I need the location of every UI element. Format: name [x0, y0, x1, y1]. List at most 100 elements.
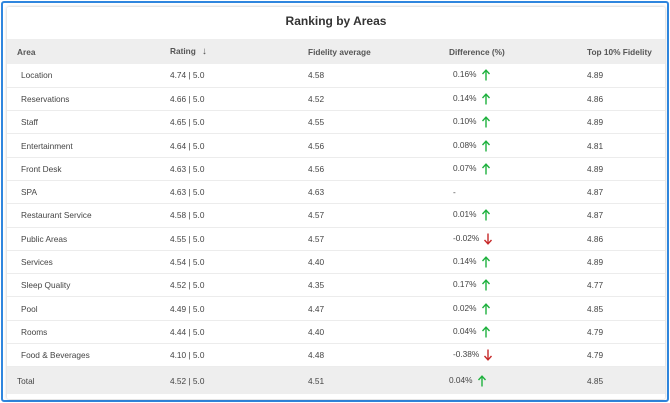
- top10-cell: 4.89: [587, 257, 604, 268]
- screenshot-frame: Ranking by Areas Area Rating ↓ Fidelity a…: [1, 1, 669, 402]
- arrow-up-icon: [481, 279, 491, 291]
- column-header-fidelity[interactable]: Fidelity average: [308, 39, 449, 64]
- arrow-up-icon: [481, 209, 491, 221]
- top10-cell: 4.87: [587, 210, 604, 221]
- area-cell: Reservations: [21, 93, 70, 104]
- difference-value: 0.01%: [453, 209, 477, 220]
- arrow-up-icon: [477, 374, 487, 387]
- table-row: Sleep Quality 4.52 | 5.0 4.35 0.17% 4.77: [7, 274, 665, 297]
- top10-cell: 4.89: [587, 163, 604, 174]
- arrow-up-icon: [481, 256, 491, 268]
- difference-cell: 0.04%: [449, 320, 587, 343]
- difference-value: 0.07%: [453, 163, 477, 174]
- difference-cell: 0.17%: [449, 274, 587, 297]
- table-body: Location 4.74 | 5.0 4.58 0.16% 4.89 Reservati…: [7, 64, 665, 367]
- total-difference: 0.04%: [449, 367, 587, 394]
- difference-value: 0.16%: [453, 69, 477, 80]
- table-row: Staff 4.65 | 5.0 4.55 0.10% 4.89: [7, 111, 665, 134]
- fidelity-cell: 4.55: [308, 117, 325, 128]
- area-cell: Entertainment: [21, 140, 73, 151]
- arrow-up-icon: [481, 326, 491, 338]
- difference-value: 0.04%: [453, 326, 477, 337]
- difference-value: -0.38%: [453, 349, 480, 360]
- area-cell: Staff: [21, 117, 38, 128]
- column-header-top10[interactable]: Top 10% Fidelity: [587, 39, 665, 64]
- fidelity-cell: 4.40: [308, 326, 325, 337]
- column-header-area[interactable]: Area: [7, 39, 170, 64]
- difference-value: -: [453, 187, 456, 198]
- total-fidelity: 4.51: [308, 375, 325, 386]
- top10-cell: 4.86: [587, 233, 604, 244]
- column-header-rating[interactable]: Rating ↓: [170, 39, 308, 64]
- arrow-up-icon: [481, 69, 491, 81]
- difference-cell: 0.08%: [449, 134, 587, 157]
- fidelity-cell: 4.57: [308, 233, 325, 244]
- total-difference-value: 0.04%: [449, 374, 473, 385]
- arrow-down-icon: [483, 233, 493, 245]
- column-header-top10-label: Top 10% Fidelity: [587, 46, 652, 57]
- table-row: SPA 4.63 | 5.0 4.63 - 4.87: [7, 180, 665, 204]
- card-title: Ranking by Areas: [285, 14, 387, 28]
- fidelity-cell: 4.58: [308, 70, 325, 81]
- difference-cell: -0.02%: [449, 227, 587, 250]
- rating-cell: 4.64 | 5.0: [170, 140, 205, 151]
- table-header-row: Area Rating ↓ Fidelity average Difference…: [7, 39, 665, 64]
- top10-cell: 4.89: [587, 70, 604, 81]
- difference-cell: 0.10%: [449, 111, 587, 134]
- rating-cell: 4.65 | 5.0: [170, 117, 205, 128]
- difference-value: 0.14%: [453, 256, 477, 267]
- top10-cell: 4.86: [587, 93, 604, 104]
- difference-cell: 0.02%: [449, 297, 587, 320]
- area-cell: SPA: [21, 187, 37, 198]
- difference-cell: 0.14%: [449, 250, 587, 273]
- fidelity-cell: 4.56: [308, 163, 325, 174]
- difference-value: 0.17%: [453, 279, 477, 290]
- rating-cell: 4.63 | 5.0: [170, 187, 205, 198]
- total-label: Total: [17, 375, 35, 386]
- area-cell: Services: [21, 257, 53, 268]
- table-row: Public Areas 4.55 | 5.0 4.57 -0.02% 4.86: [7, 227, 665, 251]
- rating-cell: 4.55 | 5.0: [170, 233, 205, 244]
- table-row: Services 4.54 | 5.0 4.40 0.14% 4.89: [7, 250, 665, 274]
- ranking-card: Ranking by Areas Area Rating ↓ Fidelity a…: [7, 7, 665, 399]
- top10-cell: 4.79: [587, 326, 604, 337]
- area-cell: Location: [21, 70, 53, 81]
- arrow-up-icon: [481, 302, 491, 315]
- area-cell: Front Desk: [21, 163, 62, 174]
- table-row: Reservations 4.66 | 5.0 4.52 0.14% 4.86: [7, 87, 665, 111]
- arrow-up-icon: [481, 162, 491, 175]
- total-top10: 4.85: [587, 375, 604, 386]
- fidelity-cell: 4.57: [308, 210, 325, 221]
- area-cell: Pool: [21, 303, 38, 314]
- difference-cell: 0.16%: [449, 64, 587, 87]
- column-header-area-label: Area: [17, 46, 36, 57]
- column-header-fidelity-label: Fidelity average: [308, 46, 371, 57]
- difference-value: 0.10%: [453, 116, 477, 127]
- table-row: Front Desk 4.63 | 5.0 4.56 0.07% 4.89: [7, 157, 665, 181]
- top10-cell: 4.85: [587, 303, 604, 314]
- column-header-rating-label: Rating: [170, 46, 196, 56]
- arrow-down-icon: [483, 349, 493, 362]
- table-row: Restaurant Service 4.58 | 5.0 4.57 0.01% 4.8…: [7, 204, 665, 228]
- column-header-difference-label: Difference (%): [449, 46, 505, 57]
- rating-cell: 4.52 | 5.0: [170, 280, 205, 291]
- difference-cell: 0.07%: [449, 157, 587, 180]
- top10-cell: 4.79: [587, 350, 604, 361]
- rating-cell: 4.58 | 5.0: [170, 210, 205, 221]
- top10-cell: 4.89: [587, 117, 604, 128]
- fidelity-cell: 4.47: [308, 303, 325, 314]
- difference-value: 0.14%: [453, 93, 477, 104]
- fidelity-cell: 4.48: [308, 350, 325, 361]
- top10-cell: 4.87: [587, 187, 604, 198]
- total-rating: 4.52 | 5.0: [170, 375, 205, 386]
- area-cell: Public Areas: [21, 233, 68, 244]
- rating-cell: 4.10 | 5.0: [170, 350, 205, 361]
- rating-cell: 4.66 | 5.0: [170, 93, 205, 104]
- rating-cell: 4.49 | 5.0: [170, 303, 205, 314]
- area-cell: Food & Beverages: [21, 350, 90, 361]
- ranking-table: Area Rating ↓ Fidelity average Difference…: [7, 39, 665, 394]
- fidelity-cell: 4.56: [308, 140, 325, 151]
- difference-value: 0.02%: [453, 302, 477, 313]
- column-header-difference[interactable]: Difference (%): [449, 39, 587, 64]
- arrow-down-icon[interactable]: ↓: [202, 46, 207, 57]
